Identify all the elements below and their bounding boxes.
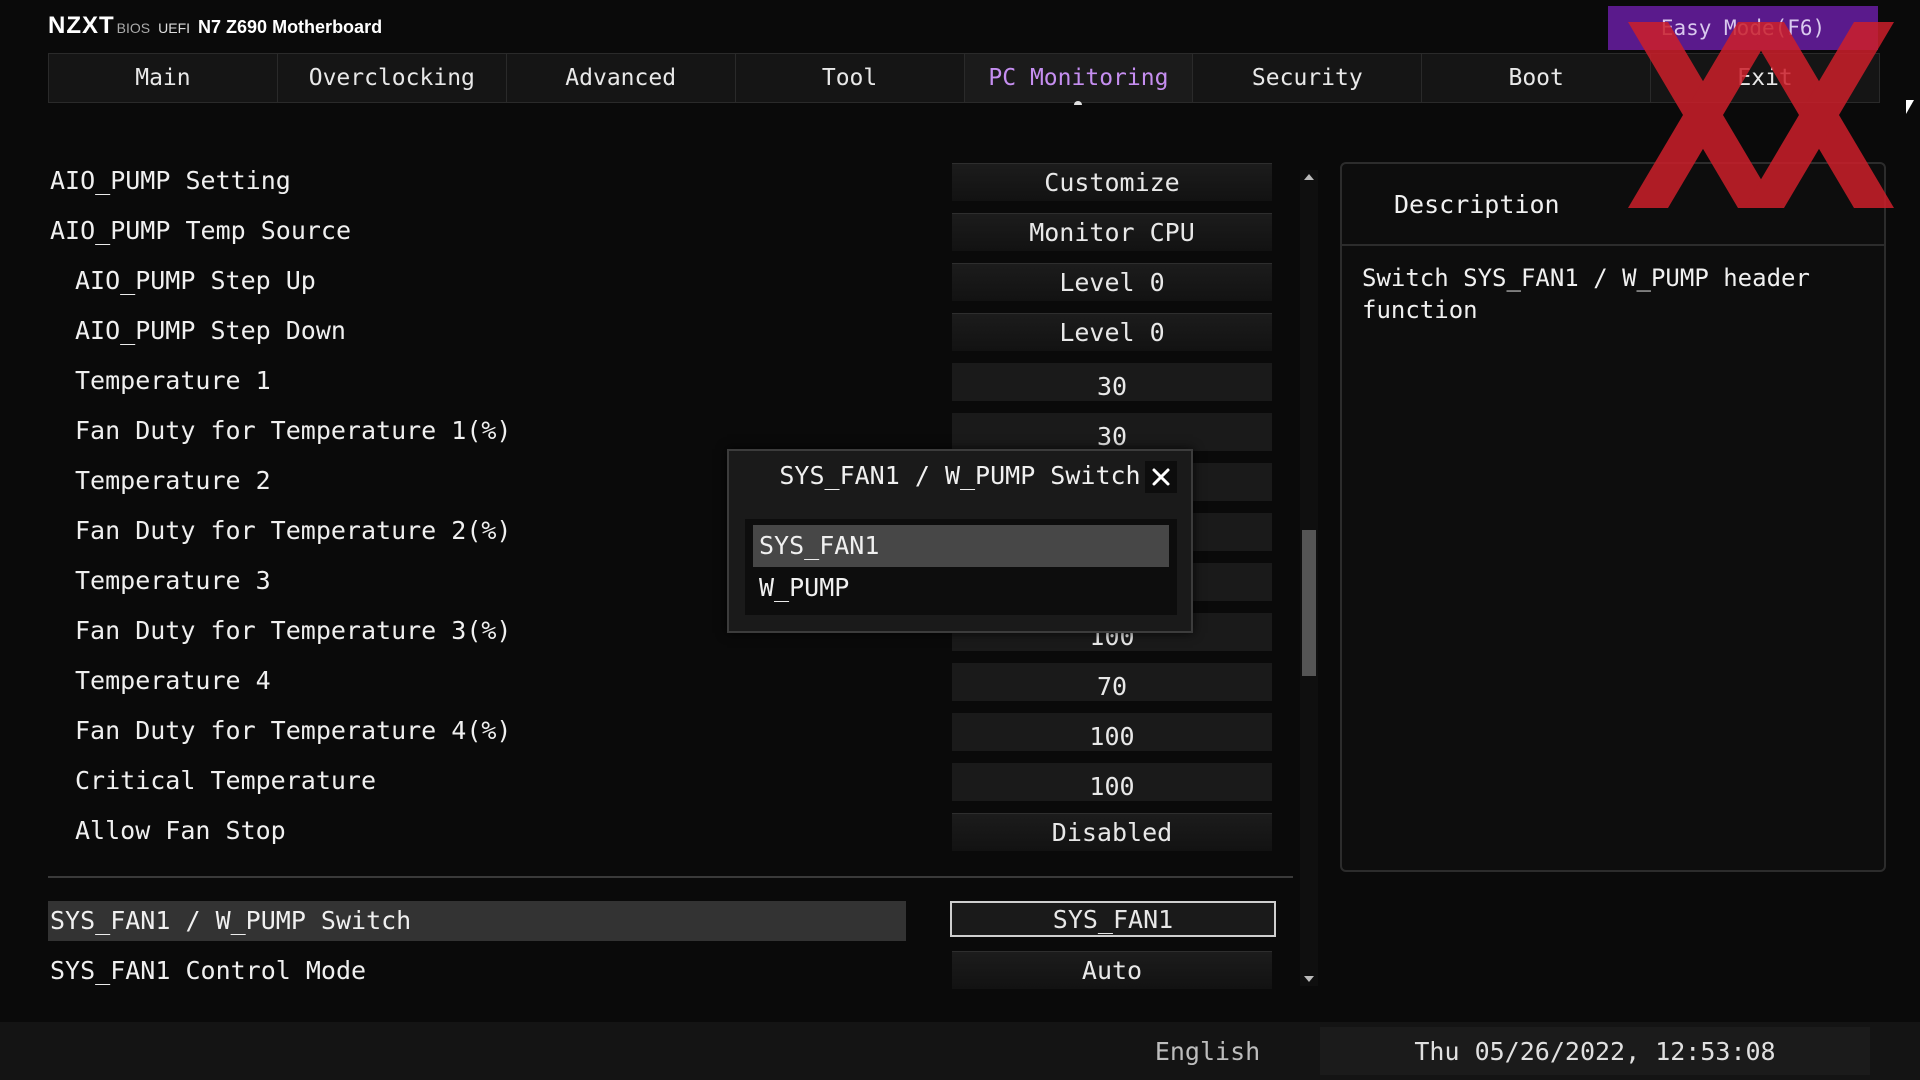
setting-label: Temperature 4 [75, 666, 271, 695]
setting-label: AIO_PUMP Step Up [75, 266, 316, 295]
option-sys-fan1[interactable]: SYS_FAN1 [753, 525, 1169, 567]
setting-label: Fan Duty for Temperature 1(%) [75, 416, 512, 445]
switch-setting-label: SYS_FAN1 / W_PUMP Switch [48, 901, 906, 941]
setting-row[interactable]: AIO_PUMP Step Down Level 0 [48, 310, 1273, 360]
tab-security[interactable]: Security [1193, 54, 1423, 102]
setting-label: Temperature 3 [75, 566, 271, 595]
tab-pc-monitoring[interactable]: PC Monitoring [964, 54, 1194, 105]
setting-value[interactable]: Monitor CPU [952, 213, 1272, 251]
datetime-display[interactable]: Thu 05/26/2022, 12:53:08 [1320, 1027, 1870, 1075]
control-mode-label: SYS_FAN1 Control Mode [50, 956, 367, 985]
setting-value[interactable]: 100 [952, 713, 1272, 751]
tab-tool[interactable]: Tool [735, 54, 965, 102]
setting-row[interactable]: Temperature 4 70 [48, 660, 1273, 710]
uefi-label: UEFI [158, 20, 191, 36]
main-tab-bar: Main Overclocking Advanced Tool PC Monit… [48, 53, 1880, 105]
setting-label: AIO_PUMP Temp Source [50, 216, 352, 245]
section-divider [48, 876, 1293, 878]
switch-setting-value[interactable]: SYS_FAN1 [950, 901, 1276, 937]
scrollbar-thumb[interactable] [1302, 530, 1316, 676]
motherboard-model: N7 Z690 Motherboard [198, 17, 383, 37]
mouse-cursor-icon [1906, 100, 1914, 114]
setting-row[interactable]: Allow Fan Stop Disabled [48, 810, 1273, 860]
language-selector[interactable]: English [1100, 1022, 1315, 1080]
setting-row[interactable]: AIO_PUMP Setting Customize [48, 160, 1273, 210]
tab-overclocking[interactable]: Overclocking [277, 54, 507, 102]
setting-row[interactable]: Critical Temperature 100 [48, 760, 1273, 810]
setting-label: Temperature 1 [75, 366, 271, 395]
setting-label: AIO_PUMP Setting [50, 166, 291, 195]
description-text: Switch SYS_FAN1 / W_PUMP header function [1362, 264, 1810, 324]
scroll-up-arrow-icon[interactable] [1304, 174, 1314, 180]
brand-header: NZXT BIOS UEFI N7 Z690 Motherboard [48, 12, 382, 44]
setting-value[interactable]: Disabled [952, 813, 1272, 851]
setting-label: Fan Duty for Temperature 4(%) [75, 716, 512, 745]
setting-row[interactable]: Temperature 1 30 [48, 360, 1273, 410]
status-footer: English Thu 05/26/2022, 12:53:08 [0, 1022, 1920, 1080]
bios-label: BIOS [116, 20, 151, 36]
setting-label: Critical Temperature [75, 766, 377, 795]
tab-main[interactable]: Main [49, 54, 278, 102]
control-mode-value[interactable]: Auto [952, 951, 1272, 989]
setting-label: Allow Fan Stop [75, 816, 286, 845]
dialog-title: SYS_FAN1 / W_PUMP Switch [779, 461, 1141, 490]
setting-label: Fan Duty for Temperature 3(%) [75, 616, 512, 645]
setting-label: AIO_PUMP Step Down [75, 316, 346, 345]
setting-value[interactable]: Level 0 [952, 263, 1272, 301]
setting-label: Fan Duty for Temperature 2(%) [75, 516, 512, 545]
option-w-pump[interactable]: W_PUMP [753, 567, 1169, 609]
setting-value[interactable]: 100 [952, 763, 1272, 801]
watermark-logo-icon [1628, 22, 1894, 208]
setting-value[interactable]: 70 [952, 663, 1272, 701]
settings-scrollbar[interactable] [1300, 170, 1318, 986]
brand-logo: NZXT [48, 12, 115, 39]
setting-row[interactable]: AIO_PUMP Temp Source Monitor CPU [48, 210, 1273, 260]
scroll-down-arrow-icon[interactable] [1304, 976, 1314, 982]
description-panel: Description Switch SYS_FAN1 / W_PUMP hea… [1340, 162, 1886, 872]
setting-row[interactable]: AIO_PUMP Step Up Level 0 [48, 260, 1273, 310]
setting-row[interactable]: Fan Duty for Temperature 4(%) 100 [48, 710, 1273, 760]
switch-select-dialog: SYS_FAN1 / W_PUMP Switch SYS_FAN1 W_PUMP [727, 449, 1193, 633]
control-mode-row[interactable]: SYS_FAN1 Control Mode Auto [48, 951, 1273, 991]
setting-label: Temperature 2 [75, 466, 271, 495]
setting-value[interactable]: Level 0 [952, 313, 1272, 351]
setting-value[interactable]: 30 [952, 413, 1272, 451]
tab-advanced[interactable]: Advanced [506, 54, 736, 102]
close-icon[interactable] [1145, 461, 1177, 493]
option-list: SYS_FAN1 W_PUMP [745, 519, 1177, 615]
setting-value[interactable]: Customize [952, 163, 1272, 201]
tab-boot[interactable]: Boot [1422, 54, 1652, 102]
switch-setting-row[interactable]: SYS_FAN1 / W_PUMP Switch SYS_FAN1 [48, 901, 1276, 941]
setting-value[interactable]: 30 [952, 363, 1272, 401]
